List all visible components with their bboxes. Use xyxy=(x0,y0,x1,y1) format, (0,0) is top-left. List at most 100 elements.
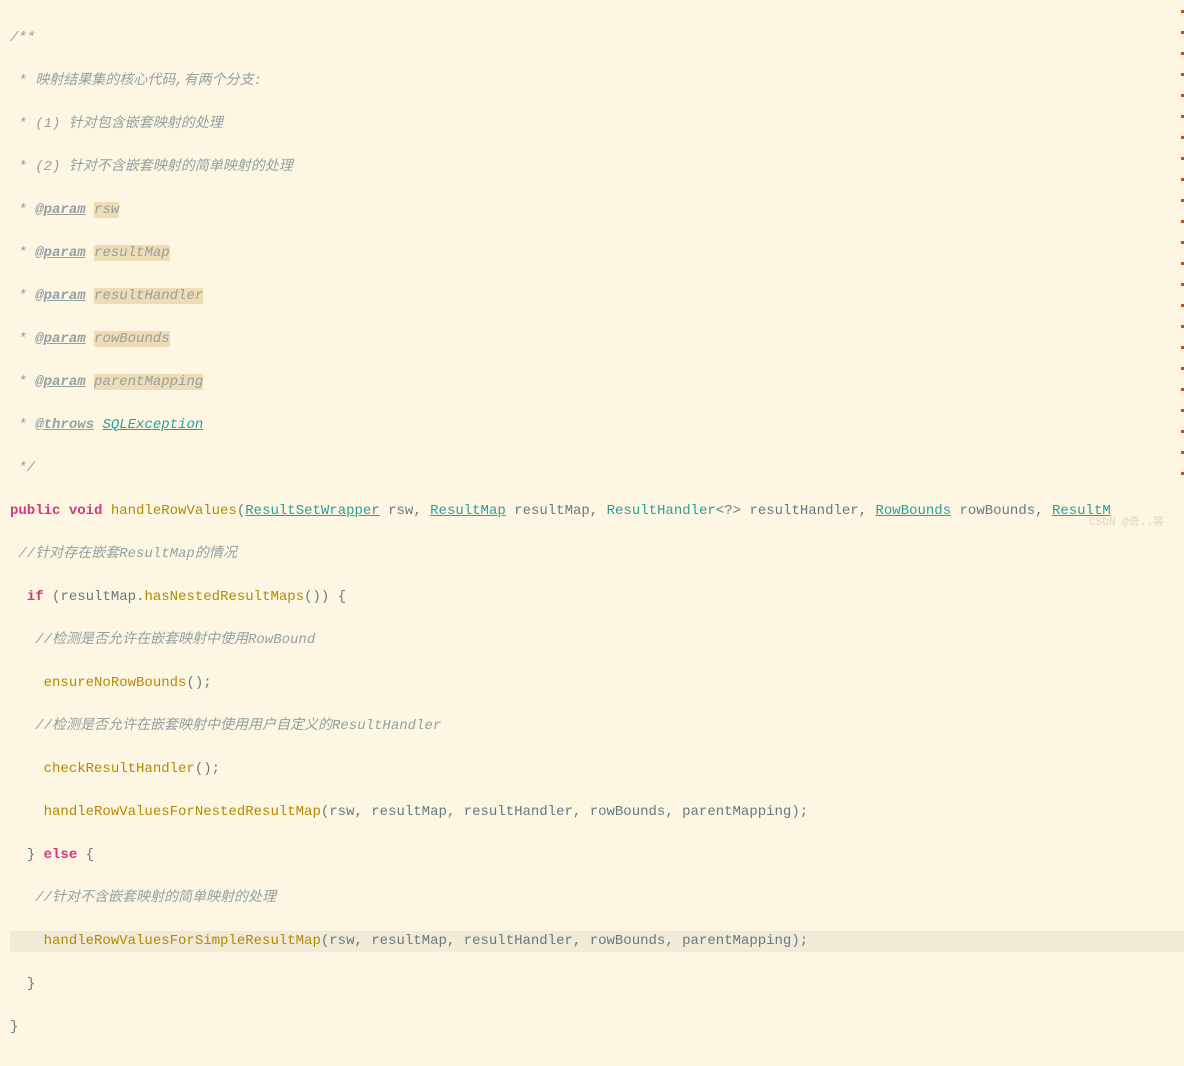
javadoc-star: * xyxy=(10,245,35,261)
code-line: } else { xyxy=(10,845,1184,867)
close-paren: ) xyxy=(321,589,329,605)
space xyxy=(102,503,110,519)
space xyxy=(35,847,43,863)
param-tag: @param xyxy=(35,288,85,304)
args: (rsw, resultMap, resultHandler, rowBound… xyxy=(321,933,808,949)
comma: , xyxy=(413,503,430,519)
javadoc-star: * xyxy=(10,374,35,390)
javadoc-star: * xyxy=(10,417,35,433)
space xyxy=(86,374,94,390)
method-call: hasNestedResultMaps xyxy=(144,589,304,605)
code-line: } xyxy=(10,1017,1184,1039)
code-line-current: handleRowValuesForSimpleResultMap(rsw, r… xyxy=(10,931,1184,953)
param-tag: @param xyxy=(35,331,85,347)
var-rsw: rsw xyxy=(388,503,413,519)
method-declaration: handleRowValues xyxy=(111,503,237,519)
param-tag: @param xyxy=(35,245,85,261)
code-line: } xyxy=(10,974,1184,996)
close-brace: } xyxy=(27,847,35,863)
comma: , xyxy=(590,503,607,519)
code-line: //检测是否允许在嵌套映射中使用RowBound xyxy=(10,630,1184,652)
keyword-if: if xyxy=(27,589,44,605)
args: (rsw, resultMap, resultHandler, rowBound… xyxy=(321,804,808,820)
keyword-else: else xyxy=(44,847,78,863)
code-line: //检测是否允许在嵌套映射中使用用户自定义的ResultHandler xyxy=(10,716,1184,738)
param-rsw: rsw xyxy=(94,202,119,218)
close-brace: } xyxy=(10,1019,18,1035)
code-line: * 映射结果集的核心代码,有两个分支: xyxy=(10,71,1184,93)
parens: () xyxy=(304,589,321,605)
param-rowbounds: rowBounds xyxy=(94,331,170,347)
comment-simple: //针对不含嵌套映射的简单映射的处理 xyxy=(10,890,276,906)
parens: () xyxy=(186,675,203,691)
semicolon: ; xyxy=(203,675,211,691)
comma: , xyxy=(859,503,876,519)
code-line: public void handleRowValues(ResultSetWra… xyxy=(10,501,1184,523)
code-line: //针对不含嵌套映射的简单映射的处理 xyxy=(10,888,1184,910)
space xyxy=(951,503,959,519)
code-line: handleRowValuesForNestedResultMap(rsw, r… xyxy=(10,802,1184,824)
code-line: * @param rowBounds xyxy=(10,329,1184,351)
comment-nested: //针对存在嵌套ResultMap的情况 xyxy=(10,546,237,562)
var-resulthandler: resultHandler xyxy=(749,503,858,519)
code-line: * (2) 针对不含嵌套映射的简单映射的处理 xyxy=(10,157,1184,179)
close-brace: } xyxy=(27,976,35,992)
space xyxy=(329,589,337,605)
space xyxy=(86,245,94,261)
code-line: * @param parentMapping xyxy=(10,372,1184,394)
space xyxy=(60,503,68,519)
code-line: if (resultMap.hasNestedResultMaps()) { xyxy=(10,587,1184,609)
code-line: * @param resultHandler xyxy=(10,286,1184,308)
code-line: * @param resultMap xyxy=(10,243,1184,265)
open-brace: { xyxy=(86,847,94,863)
code-line: * @param rsw xyxy=(10,200,1184,222)
code-line: * (1) 针对包含嵌套映射的处理 xyxy=(10,114,1184,136)
keyword-public: public xyxy=(10,503,60,519)
var-rowbounds: rowBounds xyxy=(960,503,1036,519)
javadoc-star: * xyxy=(10,288,35,304)
comment-resulthandler: //检测是否允许在嵌套映射中使用用户自定义的ResultHandler xyxy=(10,718,441,734)
comma: , xyxy=(1035,503,1052,519)
param-tag: @param xyxy=(35,374,85,390)
space xyxy=(44,589,52,605)
javadoc-start: /** xyxy=(10,30,35,46)
param-parentmapping: parentMapping xyxy=(94,374,203,390)
space xyxy=(86,202,94,218)
method-call: handleRowValuesForSimpleResultMap xyxy=(44,933,321,949)
space xyxy=(86,288,94,304)
space xyxy=(86,331,94,347)
method-call: ensureNoRowBounds xyxy=(44,675,187,691)
type-rowbounds[interactable]: RowBounds xyxy=(875,503,951,519)
code-line: /** xyxy=(10,28,1184,50)
param-tag: @param xyxy=(35,202,85,218)
code-line: checkResultHandler(); xyxy=(10,759,1184,781)
javadoc-comment: * (2) 针对不含嵌套映射的简单映射的处理 xyxy=(10,159,293,175)
exception-link[interactable]: SQLException xyxy=(102,417,203,433)
semicolon: ; xyxy=(212,761,220,777)
javadoc-star: * xyxy=(10,202,35,218)
keyword-void: void xyxy=(69,503,103,519)
code-line: */ xyxy=(10,458,1184,480)
dot: . xyxy=(136,589,144,605)
code-line: //针对存在嵌套ResultMap的情况 xyxy=(10,544,1184,566)
comment-rowbound: //检测是否允许在嵌套映射中使用RowBound xyxy=(10,632,315,648)
method-call: handleRowValuesForNestedResultMap xyxy=(44,804,321,820)
parens: () xyxy=(195,761,212,777)
method-call: checkResultHandler xyxy=(44,761,195,777)
javadoc-end: */ xyxy=(10,460,35,476)
javadoc-comment: * (1) 针对包含嵌套映射的处理 xyxy=(10,116,223,132)
type-resultsetwrapper[interactable]: ResultSetWrapper xyxy=(245,503,379,519)
var-resultmap: resultMap xyxy=(60,589,136,605)
param-resulthandler: resultHandler xyxy=(94,288,203,304)
open-brace: { xyxy=(338,589,346,605)
javadoc-comment: * 映射结果集的核心代码,有两个分支: xyxy=(10,73,262,89)
code-editor[interactable]: /** * 映射结果集的核心代码,有两个分支: * (1) 针对包含嵌套映射的处… xyxy=(0,0,1184,1066)
type-resulthandler: ResultHandler xyxy=(607,503,716,519)
type-resultmap[interactable]: ResultMap xyxy=(430,503,506,519)
code-line: ensureNoRowBounds(); xyxy=(10,673,1184,695)
javadoc-star: * xyxy=(10,331,35,347)
var-resultmap: resultMap xyxy=(514,503,590,519)
watermark: CSDN @奇..等 xyxy=(1089,513,1164,535)
open-paren: ( xyxy=(52,589,60,605)
space xyxy=(77,847,85,863)
